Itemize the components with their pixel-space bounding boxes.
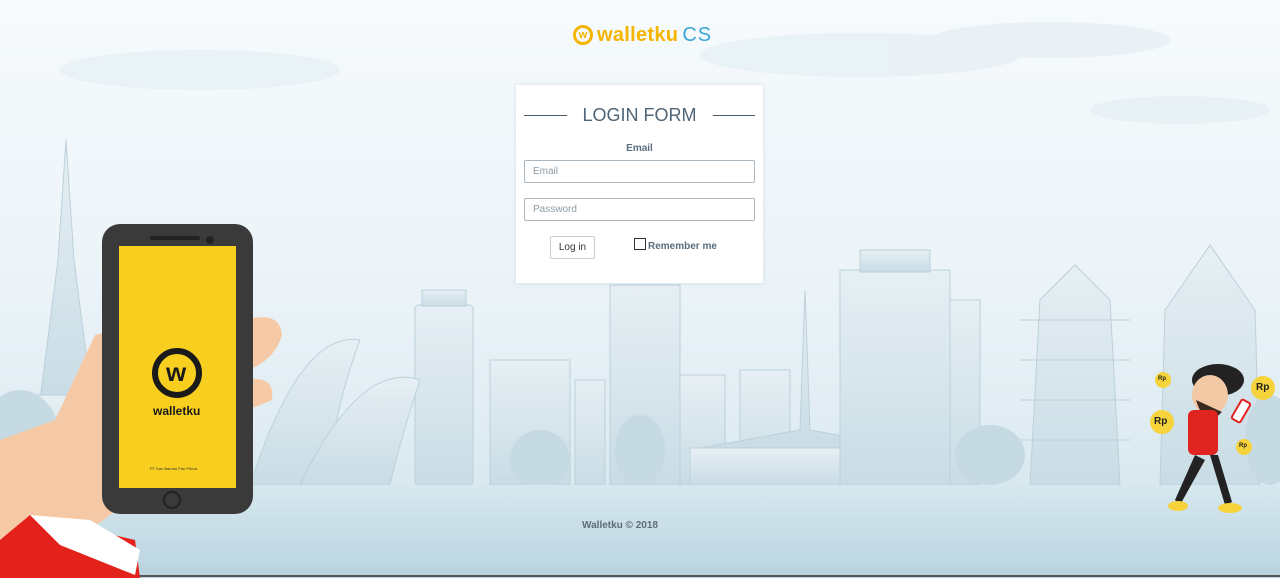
footer: Walletku © 2018	[0, 520, 1280, 531]
coin-label: Rp	[1239, 443, 1247, 449]
logo-wordmark: walletku	[597, 23, 679, 46]
copyright-text: Walletku © 2018	[582, 520, 658, 531]
login-form: LOGIN FORM Email Log in Remember me	[516, 85, 763, 283]
remember-me[interactable]: Remember me	[634, 238, 717, 252]
coin-label: Rp	[1154, 416, 1168, 427]
coin-label: Rp	[1158, 376, 1166, 382]
coin-label: Rp	[1256, 382, 1270, 393]
walletku-logo-icon: w	[573, 25, 593, 45]
title-divider-right	[712, 114, 756, 116]
login-form-title: LOGIN FORM	[582, 104, 697, 125]
email-label: Email	[626, 143, 653, 154]
title-divider-left	[524, 114, 567, 116]
phone-logo-glyph: w	[166, 357, 187, 387]
logo-cs-suffix: CS	[682, 23, 713, 46]
remember-me-checkbox[interactable]	[634, 238, 646, 250]
form-title-row: LOGIN FORM	[524, 104, 756, 126]
walletku-cs-logo: w walletku CS	[573, 22, 712, 48]
login-button[interactable]: Log in	[550, 236, 595, 259]
phone-app-name: walletku	[153, 404, 201, 418]
remember-me-label[interactable]: Remember me	[648, 242, 717, 252]
phone-small-print: PT Dav Barzan Pan Prima	[150, 466, 197, 471]
password-input[interactable]	[524, 198, 755, 221]
email-input[interactable]	[524, 160, 755, 183]
